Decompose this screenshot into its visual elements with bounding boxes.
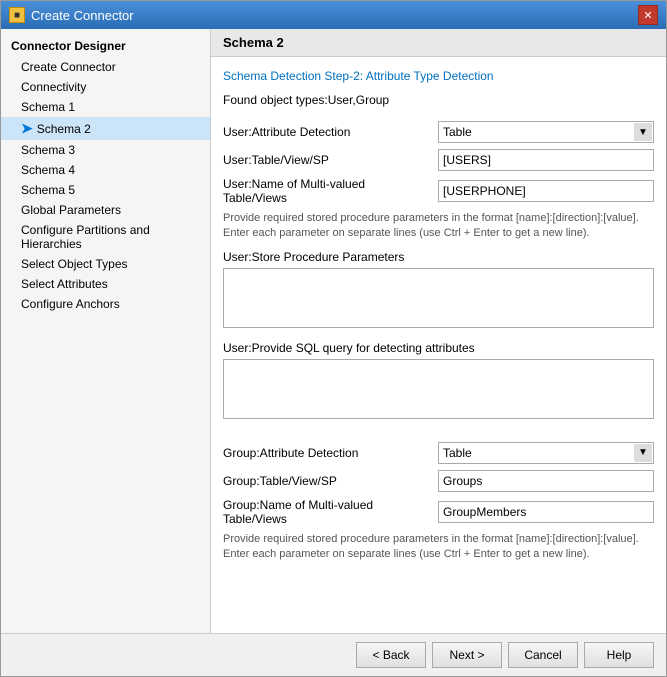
footer: < Back Next > Cancel Help	[1, 633, 666, 676]
sidebar-item-configure-partitions[interactable]: Configure Partitions and Hierarchies	[1, 220, 210, 254]
user-multi-valued-input[interactable]	[438, 180, 654, 202]
user-multi-valued-row: User:Name of Multi-valuedTable/Views	[223, 177, 654, 205]
sidebar-item-label: Select Attributes	[21, 277, 108, 291]
sidebar-item-connectivity[interactable]: Connectivity	[1, 77, 210, 97]
group-multi-valued-row: Group:Name of Multi-valuedTable/Views	[223, 498, 654, 526]
user-multi-valued-label: User:Name of Multi-valuedTable/Views	[223, 177, 438, 205]
app-icon: ■	[9, 7, 25, 23]
sidebar-item-label: Configure Anchors	[21, 297, 120, 311]
main-window: ■ Create Connector ✕ Connector Designer …	[0, 0, 667, 677]
sidebar-item-label: Create Connector	[21, 60, 116, 74]
group-table-view-sp-row: Group:Table/View/SP	[223, 470, 654, 492]
sidebar-item-schema-4[interactable]: Schema 4	[1, 160, 210, 180]
sidebar-item-label: Schema 3	[21, 143, 75, 157]
close-button[interactable]: ✕	[638, 5, 658, 25]
help-button[interactable]: Help	[584, 642, 654, 668]
sidebar-item-label: Schema 5	[21, 183, 75, 197]
title-bar-controls: ✕	[638, 5, 658, 25]
sidebar-item-schema-2[interactable]: ➤ Schema 2	[1, 117, 210, 140]
sidebar-item-schema-5[interactable]: Schema 5	[1, 180, 210, 200]
group-attribute-detection-select[interactable]: Table View Stored Procedure	[438, 442, 654, 464]
group-table-view-sp-label: Group:Table/View/SP	[223, 474, 438, 488]
sidebar-item-label: Global Parameters	[21, 203, 121, 217]
sidebar-item-global-parameters[interactable]: Global Parameters	[1, 200, 210, 220]
sidebar-item-schema-1[interactable]: Schema 1	[1, 97, 210, 117]
sidebar-item-select-attributes[interactable]: Select Attributes	[1, 274, 210, 294]
sidebar-item-label: Schema 2	[37, 122, 91, 136]
sidebar-item-select-object-types[interactable]: Select Object Types	[1, 254, 210, 274]
user-attribute-detection-select[interactable]: Table View Stored Procedure	[438, 121, 654, 143]
content-body: Schema Detection Step-2: Attribute Type …	[211, 57, 666, 633]
sidebar-item-label: Select Object Types	[21, 257, 128, 271]
user-sql-query-textarea[interactable]	[223, 359, 654, 419]
user-attribute-detection-row: User:Attribute Detection Table View Stor…	[223, 121, 654, 143]
sidebar-item-label: Connectivity	[21, 80, 86, 94]
user-store-procedure-label: User:Store Procedure Parameters	[223, 250, 654, 264]
group-multi-valued-input[interactable]	[438, 501, 654, 523]
user-table-view-sp-row: User:Table/View/SP	[223, 149, 654, 171]
sidebar: Connector Designer Create Connector Conn…	[1, 29, 211, 633]
next-button[interactable]: Next >	[432, 642, 502, 668]
user-attribute-detection-select-wrapper: Table View Stored Procedure ▼	[438, 121, 654, 143]
user-table-view-sp-label: User:Table/View/SP	[223, 153, 438, 167]
sidebar-item-schema-3[interactable]: Schema 3	[1, 140, 210, 160]
group-multi-valued-label: Group:Name of Multi-valuedTable/Views	[223, 498, 438, 526]
sidebar-item-label: Schema 1	[21, 100, 75, 114]
user-table-view-sp-input[interactable]	[438, 149, 654, 171]
group-attribute-detection-select-wrapper: Table View Stored Procedure ▼	[438, 442, 654, 464]
group-attribute-detection-row: Group:Attribute Detection Table View Sto…	[223, 442, 654, 464]
group-hint-text: Provide required stored procedure parame…	[223, 532, 654, 563]
back-button[interactable]: < Back	[356, 642, 426, 668]
title-bar: ■ Create Connector ✕	[1, 1, 666, 29]
user-attribute-detection-label: User:Attribute Detection	[223, 125, 438, 139]
group-attribute-detection-label: Group:Attribute Detection	[223, 446, 438, 460]
content-header: Schema 2	[211, 29, 666, 57]
content-area: Schema 2 Schema Detection Step-2: Attrib…	[211, 29, 666, 633]
sidebar-item-create-connector[interactable]: Create Connector	[1, 57, 210, 77]
window-title: Create Connector	[31, 8, 134, 23]
sidebar-item-label: Configure Partitions and Hierarchies	[21, 223, 190, 251]
section-title: Schema Detection Step-2: Attribute Type …	[223, 69, 654, 83]
user-store-procedure-textarea[interactable]	[223, 268, 654, 328]
found-objects: Found object types:User,Group	[223, 93, 654, 107]
group-table-view-sp-input[interactable]	[438, 470, 654, 492]
sidebar-item-label: Schema 4	[21, 163, 75, 177]
cancel-button[interactable]: Cancel	[508, 642, 578, 668]
main-area: Connector Designer Create Connector Conn…	[1, 29, 666, 633]
title-bar-left: ■ Create Connector	[9, 7, 134, 23]
sidebar-header: Connector Designer	[1, 35, 210, 57]
sidebar-item-configure-anchors[interactable]: Configure Anchors	[1, 294, 210, 314]
user-hint-text: Provide required stored procedure parame…	[223, 211, 654, 242]
current-arrow-icon: ➤	[21, 120, 33, 137]
user-sql-query-label: User:Provide SQL query for detecting att…	[223, 341, 654, 355]
